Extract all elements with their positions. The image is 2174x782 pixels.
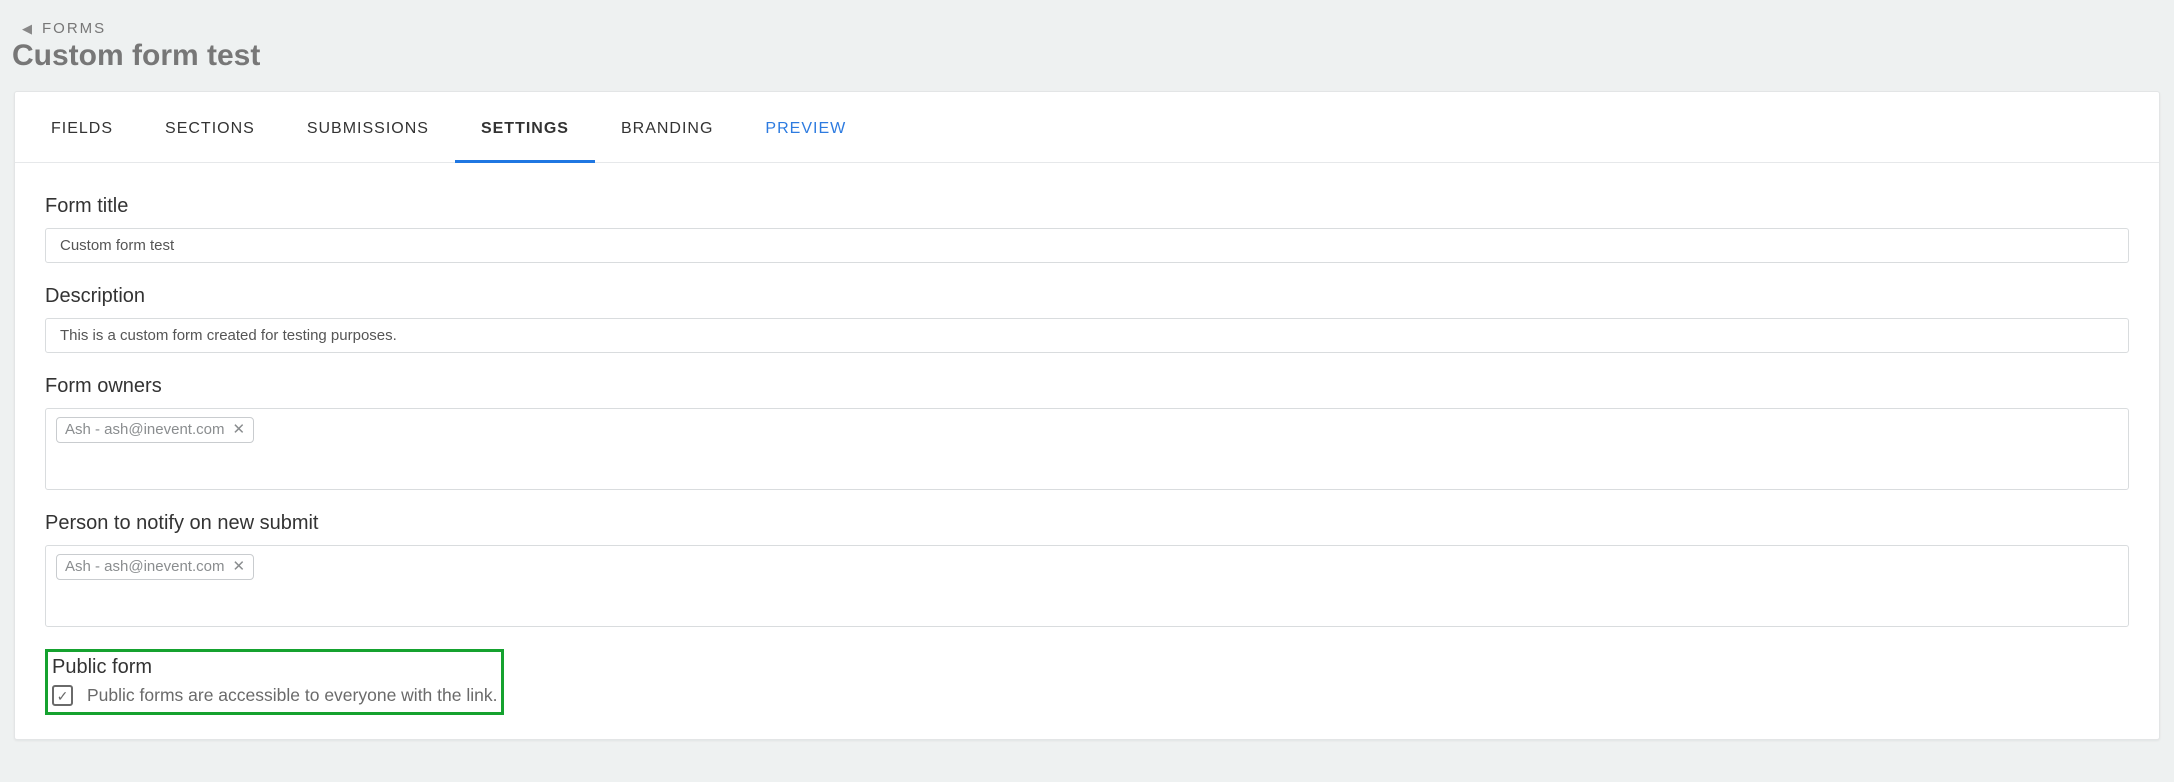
- description-input[interactable]: [45, 318, 2129, 353]
- tab-settings[interactable]: SETTINGS: [455, 92, 595, 163]
- settings-pane: Form title Description Form owners Ash -…: [15, 163, 2159, 739]
- public-form-highlight: Public form ✓ Public forms are accessibl…: [45, 649, 504, 715]
- tab-fields[interactable]: FIELDS: [25, 92, 139, 162]
- tab-branding[interactable]: BRANDING: [595, 92, 739, 162]
- notify-tag-label: Ash - ash@inevent.com: [65, 558, 224, 576]
- form-title-input[interactable]: [45, 228, 2129, 263]
- notify-label: Person to notify on new submit: [45, 512, 2129, 535]
- form-owners-label: Form owners: [45, 375, 2129, 398]
- notify-input[interactable]: Ash - ash@inevent.com ✕: [45, 545, 2129, 627]
- chevron-left-icon: ◀: [22, 22, 34, 35]
- tab-sections[interactable]: SECTIONS: [139, 92, 281, 162]
- tabs: FIELDS SECTIONS SUBMISSIONS SETTINGS BRA…: [15, 92, 2159, 163]
- public-form-checkbox[interactable]: ✓: [52, 685, 73, 706]
- tab-submissions[interactable]: SUBMISSIONS: [281, 92, 455, 162]
- settings-card: FIELDS SECTIONS SUBMISSIONS SETTINGS BRA…: [14, 91, 2160, 740]
- form-owners-input[interactable]: Ash - ash@inevent.com ✕: [45, 408, 2129, 490]
- page-title: Custom form test: [0, 39, 2174, 91]
- owner-tag-label: Ash - ash@inevent.com: [65, 421, 224, 439]
- description-label: Description: [45, 285, 2129, 308]
- form-title-label: Form title: [45, 195, 2129, 218]
- public-form-help: Public forms are accessible to everyone …: [87, 685, 497, 706]
- breadcrumb-label: FORMS: [42, 20, 106, 37]
- public-form-row: ✓ Public forms are accessible to everyon…: [52, 685, 497, 706]
- remove-owner-icon[interactable]: ✕: [232, 421, 245, 439]
- owner-tag: Ash - ash@inevent.com ✕: [56, 417, 254, 443]
- tab-preview[interactable]: PREVIEW: [739, 92, 872, 162]
- public-form-title: Public form: [52, 656, 497, 679]
- breadcrumb[interactable]: ◀ FORMS: [0, 0, 2174, 39]
- remove-notify-icon[interactable]: ✕: [232, 558, 245, 576]
- notify-tag: Ash - ash@inevent.com ✕: [56, 554, 254, 580]
